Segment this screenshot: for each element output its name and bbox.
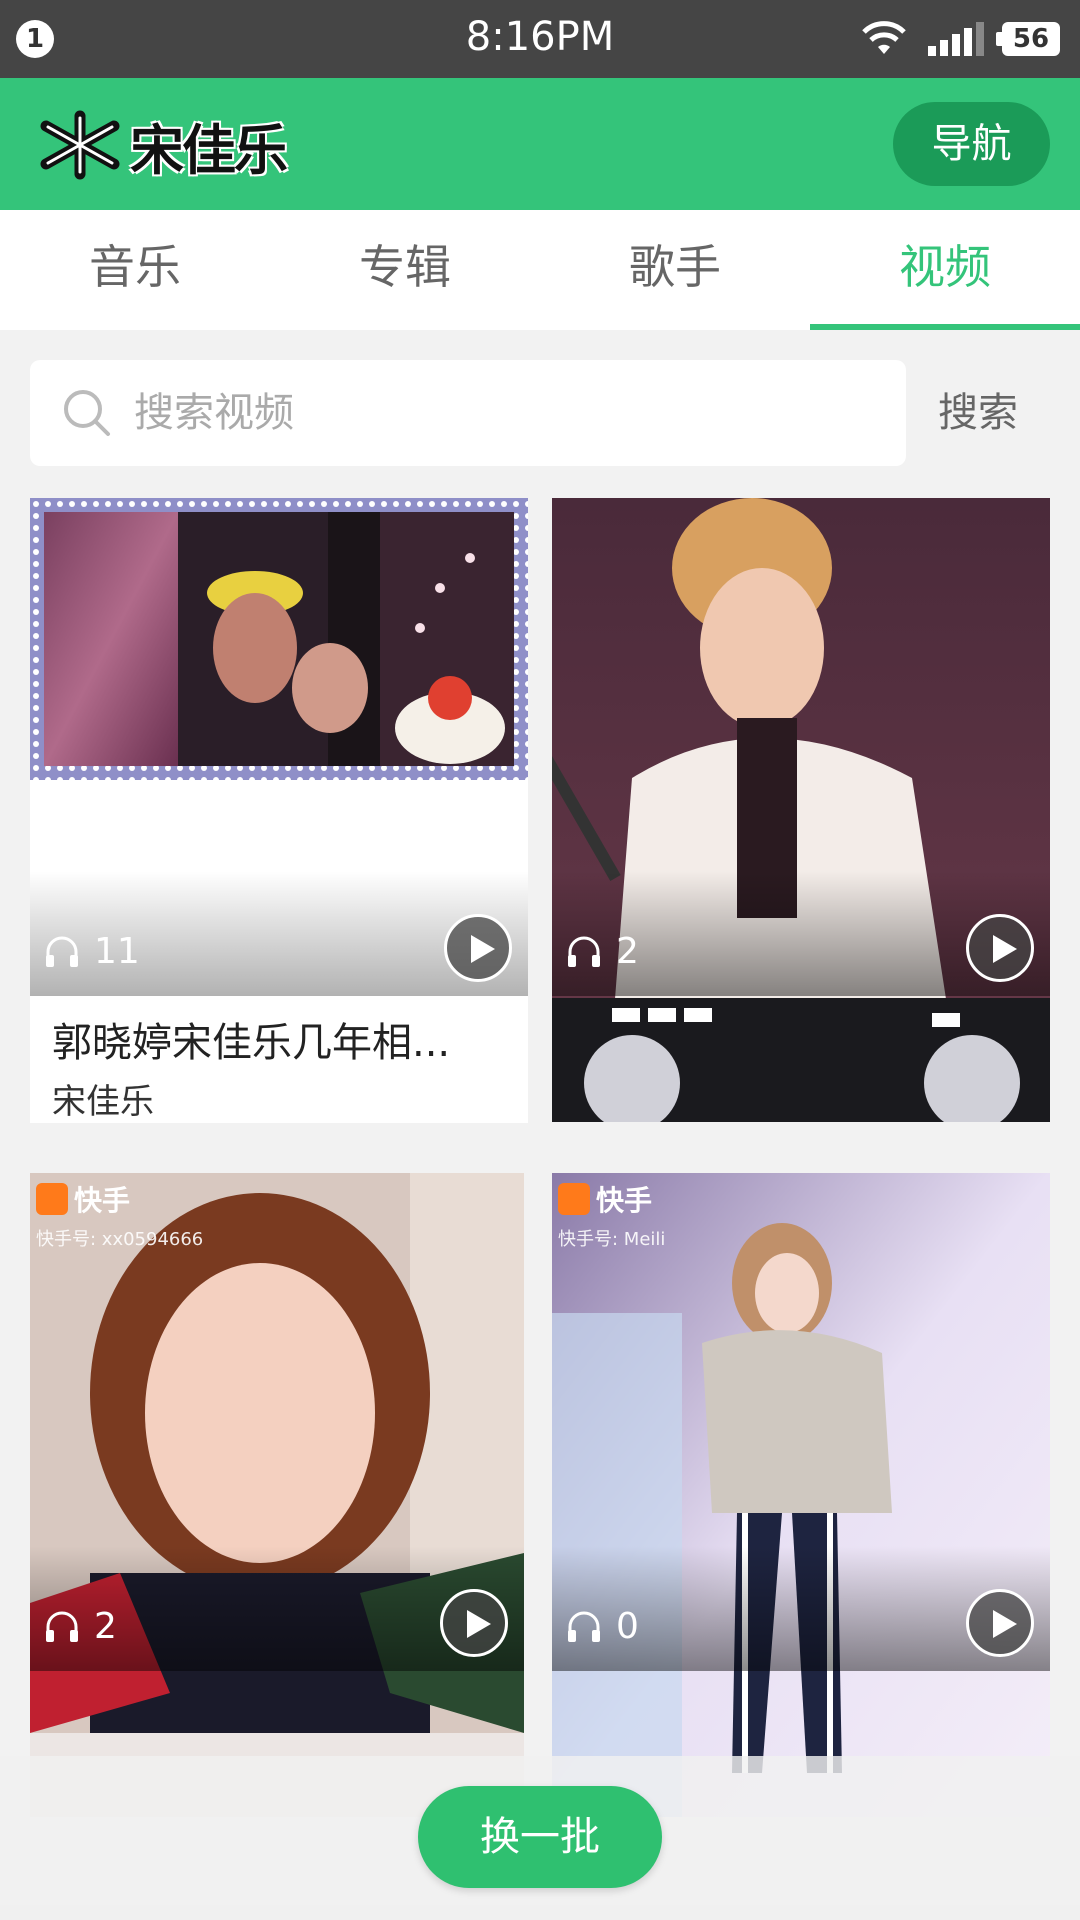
nav-button[interactable]: 导航 [893, 102, 1050, 186]
play-count: 0 [566, 1606, 639, 1647]
play-count-value: 11 [94, 931, 140, 972]
thumbnail-photo [552, 498, 1050, 1122]
kuaishou-badge: 快手 [36, 1179, 130, 1219]
wifi-icon [862, 21, 906, 54]
video-thumbnail [30, 1173, 524, 1817]
play-count-value: 2 [616, 931, 639, 972]
thumbnail-photo [30, 1173, 524, 1817]
thumbnail-photo-frame [30, 498, 528, 780]
status-time: 8:16PM [465, 14, 615, 60]
snowflake-logo-icon [40, 110, 120, 180]
play-icon [993, 935, 1017, 963]
tab-singer[interactable]: 歌手 [540, 210, 810, 330]
play-count: 2 [44, 1606, 117, 1647]
thumbnail-photo [552, 1173, 1050, 1817]
headphone-icon [46, 936, 78, 967]
play-count: 2 [566, 931, 639, 972]
kuaishou-logo-icon [36, 1183, 68, 1215]
category-tabs: 音乐 专辑 歌手 视频 [0, 210, 1080, 330]
play-count-value: 2 [94, 1606, 117, 1647]
app-header: 宋佳乐 导航 [0, 78, 1080, 210]
video-card[interactable]: 快手 快手号: Meili 0 [552, 1173, 1050, 1817]
source-label: 快手 [74, 1184, 131, 1217]
play-icon [993, 1610, 1017, 1638]
logo-text: 宋佳乐 [130, 117, 288, 182]
video-artist: 宋佳乐 [52, 1082, 154, 1122]
kuaishou-logo-icon [558, 1183, 590, 1215]
thumbnail-overlay: 11 [30, 871, 528, 996]
thumbnail-overlay: 2 [552, 871, 1050, 996]
video-card[interactable]: 快手 快手号: xx0594666 2 [30, 1173, 524, 1817]
thumbnail-overlay: 0 [552, 1546, 1050, 1671]
video-card[interactable]: 2 [552, 498, 1050, 1122]
video-thumbnail [552, 498, 1050, 1122]
source-id: 快手号: xx0594666 [36, 1229, 204, 1250]
search-box [30, 360, 906, 466]
tab-video[interactable]: 视频 [810, 210, 1080, 330]
play-icon [467, 1610, 491, 1638]
tab-album[interactable]: 专辑 [270, 210, 540, 330]
play-button[interactable] [444, 914, 512, 982]
thumbnail-overlay: 2 [30, 1546, 524, 1671]
tab-music[interactable]: 音乐 [0, 210, 270, 330]
kuaishou-badge: 快手 [558, 1179, 652, 1219]
battery-icon: 56 [996, 22, 1060, 56]
play-count: 11 [44, 931, 140, 972]
search-input[interactable] [134, 360, 874, 466]
play-icon [471, 935, 495, 963]
app-logo: 宋佳乐 [32, 108, 288, 182]
video-thumbnail [552, 1173, 1050, 1817]
refresh-batch-button[interactable]: 换一批 [418, 1786, 662, 1888]
signal-icon [928, 22, 984, 56]
search-button[interactable]: 搜索 [906, 360, 1050, 466]
headphone-icon [568, 936, 600, 967]
status-bar: 1 8:16PM 56 [0, 0, 1080, 78]
play-button[interactable] [440, 1589, 508, 1657]
video-card[interactable]: 11 郭晓婷宋佳乐几年相... 宋佳乐 [30, 498, 528, 1123]
source-id: 快手号: Meili [558, 1229, 666, 1250]
video-title: 郭晓婷宋佳乐几年相... [52, 1020, 451, 1066]
play-button[interactable] [966, 914, 1034, 982]
headphone-icon [46, 1611, 78, 1642]
play-count-value: 0 [616, 1606, 639, 1647]
headphone-icon [568, 1611, 600, 1642]
play-button[interactable] [966, 1589, 1034, 1657]
source-label: 快手 [596, 1184, 653, 1217]
search-icon [64, 390, 110, 436]
